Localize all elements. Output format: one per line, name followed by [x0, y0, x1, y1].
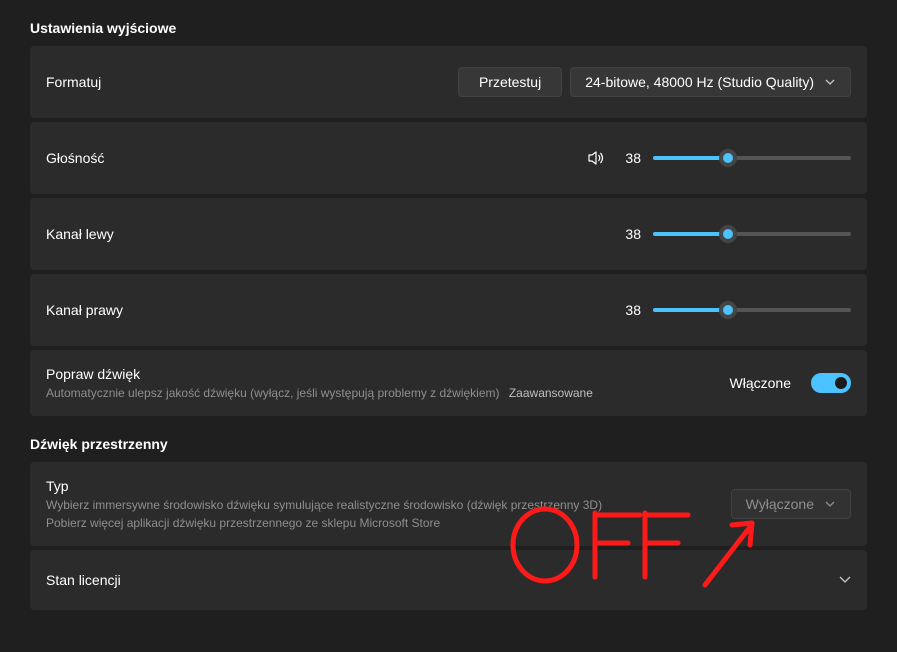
- right-channel-row: Kanał prawy 38: [30, 274, 867, 346]
- chevron-down-icon: [824, 498, 836, 510]
- right-channel-slider[interactable]: [653, 308, 851, 312]
- enhance-title: Popraw dźwięk: [46, 366, 593, 382]
- spatial-type-dropdown[interactable]: Wyłączone: [731, 489, 851, 519]
- spatial-type-dropdown-value: Wyłączone: [746, 496, 814, 512]
- volume-slider[interactable]: [653, 156, 851, 160]
- license-status-row[interactable]: Stan licencji: [30, 550, 867, 610]
- output-settings-header: Ustawienia wyjściowe: [30, 20, 867, 36]
- chevron-down-icon: [839, 574, 851, 586]
- volume-value: 38: [621, 150, 641, 166]
- enhance-subtitle: Automatycznie ulepsz jakość dźwięku (wył…: [46, 386, 593, 400]
- left-channel-row: Kanał lewy 38: [30, 198, 867, 270]
- format-dropdown-value: 24-bitowe, 48000 Hz (Studio Quality): [585, 74, 814, 90]
- test-button[interactable]: Przetestuj: [458, 67, 562, 97]
- spatial-sound-header: Dźwięk przestrzenny: [30, 436, 867, 452]
- spatial-type-title: Typ: [46, 478, 602, 494]
- right-channel-value: 38: [621, 302, 641, 318]
- spatial-type-subtitle1: Wybierz immersywne środowisko dźwięku sy…: [46, 498, 602, 512]
- license-status-title: Stan licencji: [46, 572, 121, 588]
- chevron-down-icon: [824, 76, 836, 88]
- spatial-type-subtitle2[interactable]: Pobierz więcej aplikacji dźwięku przestr…: [46, 516, 602, 530]
- volume-row: Głośność 38: [30, 122, 867, 194]
- format-dropdown[interactable]: 24-bitowe, 48000 Hz (Studio Quality): [570, 67, 851, 97]
- right-channel-label: Kanał prawy: [46, 302, 123, 318]
- enhance-state-label: Włączone: [730, 375, 791, 391]
- left-channel-slider[interactable]: [653, 232, 851, 236]
- speaker-icon[interactable]: [587, 149, 605, 167]
- format-label: Formatuj: [46, 74, 101, 90]
- format-row: Formatuj Przetestuj 24-bitowe, 48000 Hz …: [30, 46, 867, 118]
- spatial-type-row: Typ Wybierz immersywne środowisko dźwięk…: [30, 462, 867, 546]
- left-channel-value: 38: [621, 226, 641, 242]
- left-channel-label: Kanał lewy: [46, 226, 114, 242]
- volume-label: Głośność: [46, 150, 104, 166]
- enhance-audio-row: Popraw dźwięk Automatycznie ulepsz jakoś…: [30, 350, 867, 416]
- enhance-toggle[interactable]: [811, 373, 851, 393]
- advanced-link[interactable]: Zaawansowane: [509, 386, 593, 400]
